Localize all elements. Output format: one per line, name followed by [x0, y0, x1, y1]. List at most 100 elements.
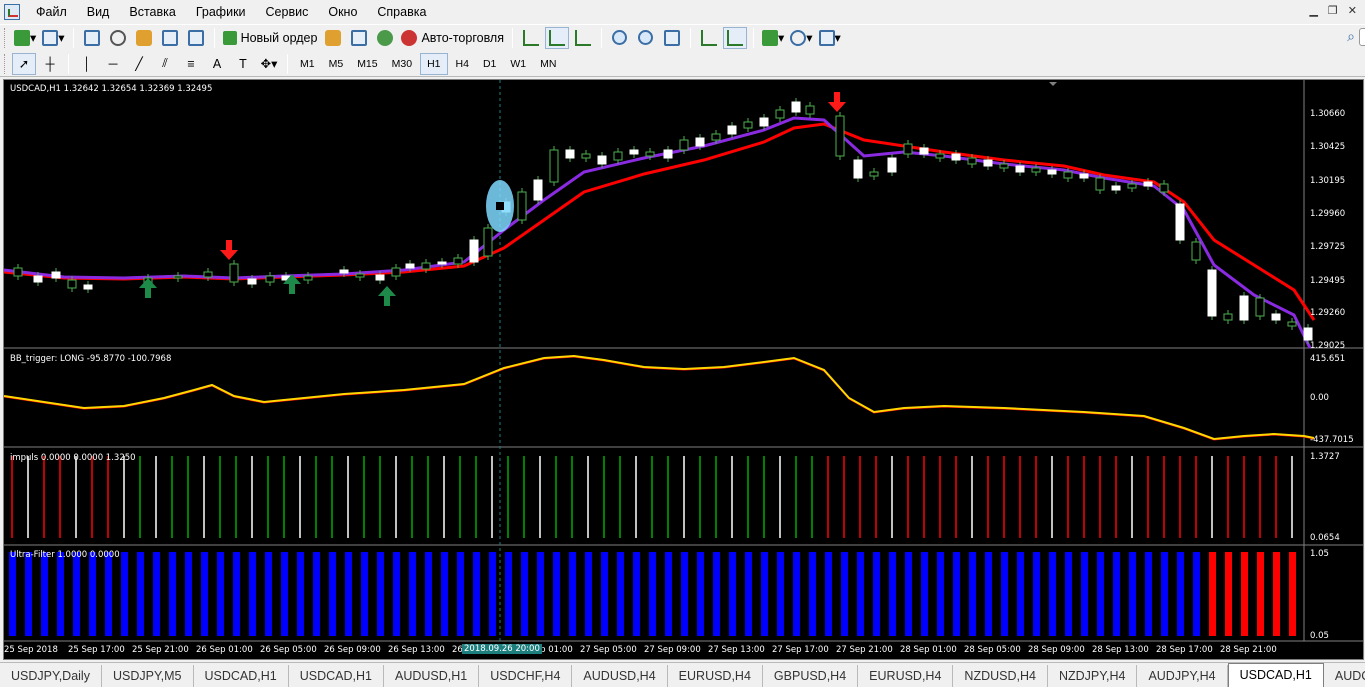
fibonacci-button[interactable]: ≡: [179, 53, 203, 75]
minimize-icon[interactable]: ▁: [1309, 4, 1317, 17]
new-chart-button[interactable]: ▾: [12, 27, 38, 49]
chart-tab[interactable]: AUDUSD,H4: [572, 665, 668, 687]
trendline-button[interactable]: ╱: [127, 53, 151, 75]
chart-tab[interactable]: EURUSD,H4: [858, 665, 954, 687]
candle-body: [13, 267, 23, 277]
tf-h4-button[interactable]: H4: [450, 53, 475, 75]
market-watch-button[interactable]: [80, 27, 104, 49]
search-button[interactable]: ⌕: [1347, 28, 1355, 45]
impuls-tick: 1.3727: [1310, 452, 1340, 462]
autoscroll-button[interactable]: [697, 27, 721, 49]
new-chart-icon: [14, 29, 30, 46]
bar-chart-button[interactable]: [519, 27, 543, 49]
chart-tab[interactable]: AUDCHF,H1: [1323, 665, 1365, 687]
ultra-filter-bar: [1065, 552, 1072, 636]
horizontal-line-button[interactable]: ─: [101, 53, 125, 75]
new-order-button[interactable]: Новый ордер: [221, 27, 320, 49]
menu-window[interactable]: Окно: [318, 0, 367, 24]
time-label: 26 Sep 05:00: [260, 645, 317, 655]
time-label: 27 Sep 21:00: [836, 645, 893, 655]
chat-button[interactable]: [1359, 28, 1365, 46]
chart-window[interactable]: USDCAD,H1 1.32642 1.32654 1.32369 1.3249…: [3, 79, 1364, 660]
market-button[interactable]: [373, 27, 397, 49]
cursor-button[interactable]: ➚: [12, 52, 36, 75]
zoom-in-button[interactable]: [608, 27, 632, 49]
line-chart-button[interactable]: [571, 27, 595, 49]
ultra-filter-bar: [1193, 552, 1200, 636]
crosshair-button[interactable]: ┼: [38, 53, 62, 75]
ultra-filter-bar: [665, 552, 672, 636]
tf-m5-button[interactable]: M5: [323, 53, 350, 75]
tf-mn-button[interactable]: MN: [534, 53, 562, 75]
tf-m30-button[interactable]: M30: [386, 53, 418, 75]
time-label: 28 Sep 17:00: [1156, 645, 1213, 655]
chart-tab[interactable]: AUDJPY,H4: [1137, 665, 1228, 687]
chart-shift-button[interactable]: [722, 26, 747, 49]
tf-w1-button[interactable]: W1: [504, 53, 532, 75]
vertical-line-button[interactable]: │: [75, 53, 99, 75]
bb-main-line: [4, 354, 1315, 441]
fast-ma-line: [4, 116, 1312, 349]
zoom-out-button[interactable]: [634, 27, 658, 49]
restore-icon[interactable]: ❐: [1328, 4, 1338, 17]
indicators-button[interactable]: ▾: [760, 27, 786, 49]
bb-tick: 0.00: [1310, 393, 1329, 403]
chart-tab[interactable]: EURUSD,H4: [667, 665, 763, 687]
ultra-filter-bar: [105, 552, 112, 636]
candle-body: [1031, 167, 1041, 173]
chart-tab[interactable]: NZDJPY,H4: [1047, 665, 1138, 687]
candle-body: [695, 137, 705, 147]
data-window-button[interactable]: [106, 27, 130, 49]
ultra-filter-bar: [441, 552, 448, 636]
candle-body: [919, 147, 929, 155]
chart-tab[interactable]: USDCAD,H1: [288, 665, 385, 687]
chart-tab[interactable]: USDJPY,M5: [101, 665, 194, 687]
separator: [600, 27, 602, 48]
chart-canvas[interactable]: [4, 80, 1363, 659]
ultra-filter-bar: [1241, 552, 1248, 636]
chart-tab[interactable]: USDCAD,H1: [193, 665, 289, 687]
text-label-button[interactable]: T: [231, 53, 255, 75]
time-label: 28 Sep 21:00: [1220, 645, 1277, 655]
chart-tab[interactable]: GBPUSD,H4: [762, 665, 859, 687]
menu-tools[interactable]: Сервис: [256, 0, 319, 24]
channel-button[interactable]: ⫽: [153, 53, 177, 75]
tile-windows-button[interactable]: [660, 27, 684, 49]
tf-h1-button[interactable]: H1: [420, 52, 448, 75]
tf-m15-button[interactable]: M15: [351, 53, 383, 75]
candle-body: [805, 105, 815, 115]
menu-file[interactable]: Файл: [26, 0, 77, 24]
candle-body: [1127, 183, 1137, 189]
tester-button[interactable]: [184, 27, 208, 49]
candle-body: [67, 279, 77, 289]
signals-button[interactable]: [347, 27, 371, 49]
menu-insert[interactable]: Вставка: [119, 0, 185, 24]
menu-help[interactable]: Справка: [367, 0, 436, 24]
menu-charts[interactable]: Графики: [186, 0, 256, 24]
navigator-button[interactable]: [132, 27, 156, 49]
chart-tab[interactable]: USDCAD,H1: [1227, 663, 1324, 687]
chart-tab[interactable]: NZDUSD,H4: [953, 665, 1048, 687]
close-icon[interactable]: ✕: [1348, 4, 1357, 17]
tf-d1-button[interactable]: D1: [477, 53, 502, 75]
periods-button[interactable]: ▾: [788, 27, 814, 49]
menu-view[interactable]: Вид: [77, 0, 120, 24]
chart-tab[interactable]: AUDUSD,H1: [384, 665, 480, 687]
auto-trading-button[interactable]: Авто-торговля: [399, 27, 506, 49]
candlestick-button[interactable]: [544, 26, 569, 49]
time-label: 27 Sep 05:00: [580, 645, 637, 655]
templates-button[interactable]: ▾: [817, 27, 843, 49]
arrows-button[interactable]: ✥▾: [257, 53, 281, 75]
chart-tab[interactable]: USDJPY,Daily: [0, 665, 102, 687]
price-tick: 1.29960: [1310, 209, 1346, 219]
navigator-icon: [135, 29, 152, 46]
tf-m1-button[interactable]: M1: [294, 53, 321, 75]
metaeditor-button[interactable]: [321, 27, 345, 49]
chart-tab[interactable]: USDCHF,H4: [479, 665, 573, 687]
terminal-button[interactable]: [158, 27, 182, 49]
profiles-button[interactable]: ▾: [40, 27, 66, 49]
candle-body: [533, 179, 543, 201]
candle-body: [517, 191, 527, 221]
text-button[interactable]: A: [205, 53, 229, 75]
toolbar-grip: [4, 53, 7, 74]
